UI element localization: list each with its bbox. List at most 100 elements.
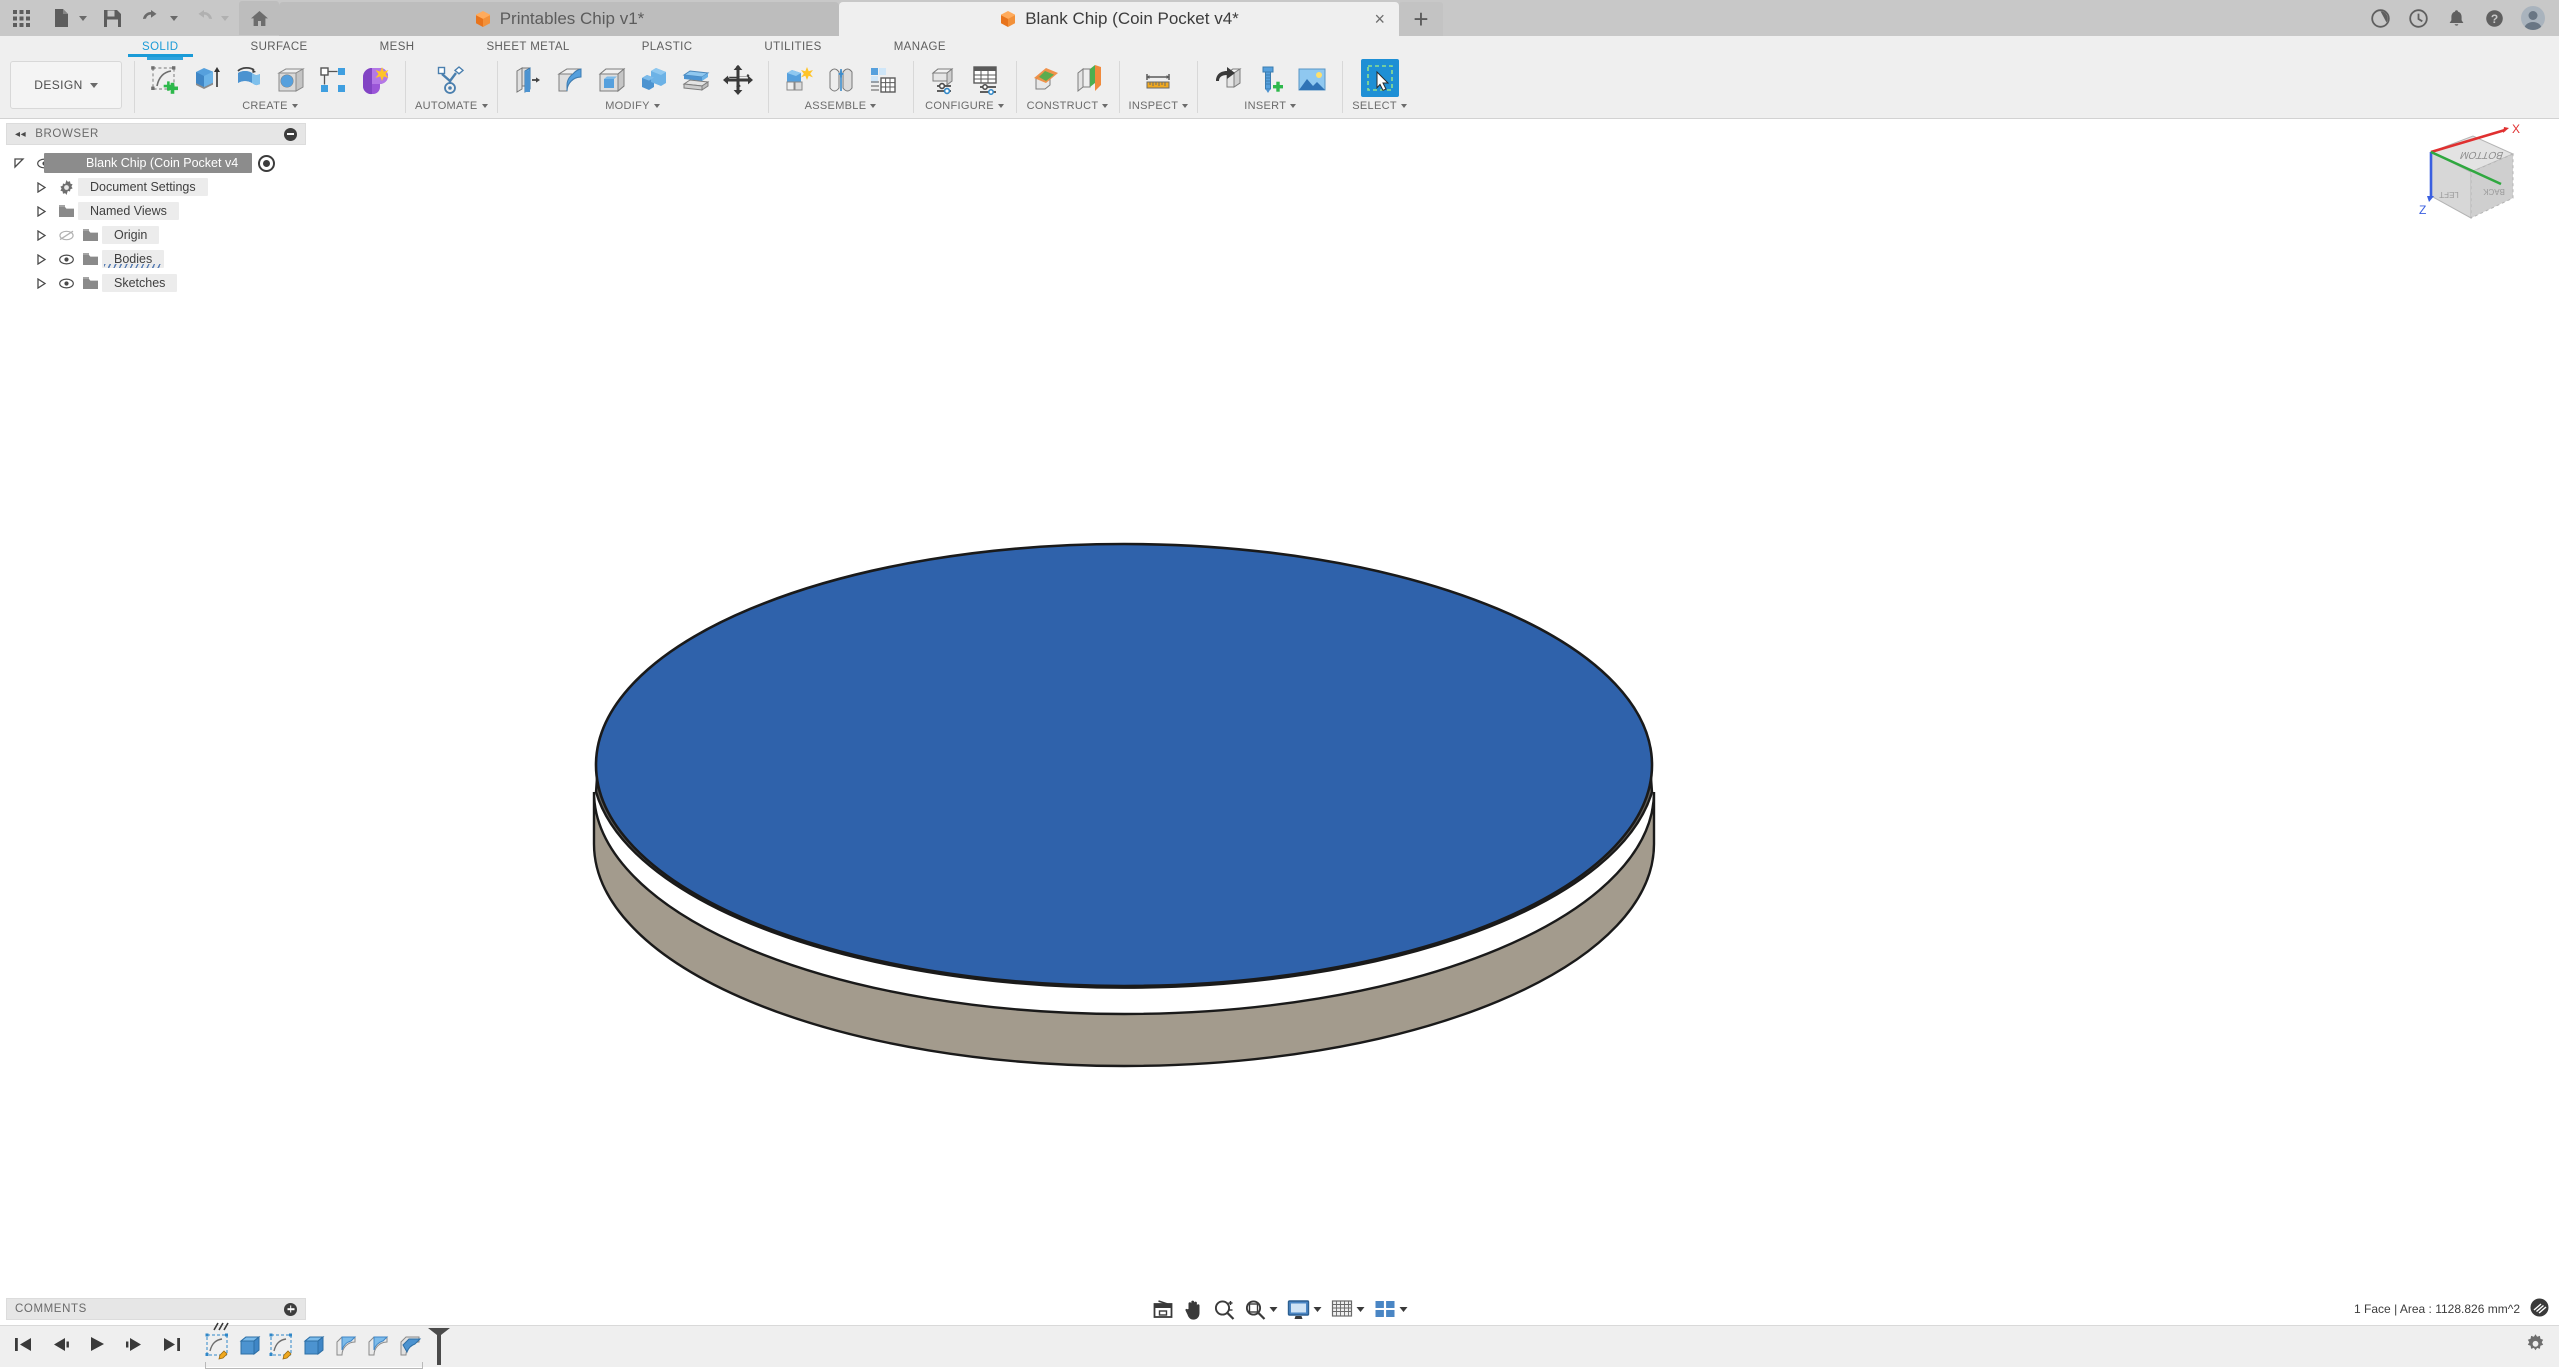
expand-arrow-icon[interactable] bbox=[28, 206, 54, 217]
ribbon-group-automate-label[interactable]: AUTOMATE bbox=[415, 100, 488, 112]
pan-hand-icon[interactable] bbox=[1183, 1299, 1203, 1320]
visibility-eye-icon[interactable] bbox=[54, 254, 78, 265]
view-cube-label-back[interactable]: BACK bbox=[2482, 187, 2504, 196]
add-comment-button[interactable] bbox=[284, 1303, 297, 1316]
automate-button[interactable] bbox=[430, 59, 472, 101]
redo-icon[interactable] bbox=[188, 3, 218, 33]
ribbon-group-create-label[interactable]: CREATE bbox=[242, 100, 298, 112]
ribbon-group-construct-label[interactable]: CONSTRUCT bbox=[1027, 100, 1109, 112]
undo-icon[interactable] bbox=[137, 3, 167, 33]
expand-arrow-icon[interactable] bbox=[28, 230, 54, 241]
table-button[interactable] bbox=[862, 59, 904, 101]
configuration-button[interactable] bbox=[923, 59, 965, 101]
view-cube-label-bottom[interactable]: BOTTOM bbox=[2459, 149, 2505, 160]
notifications-bell-icon[interactable] bbox=[2445, 7, 2467, 29]
ribbon-group-modify-label[interactable]: MODIFY bbox=[605, 100, 660, 112]
tree-item-root[interactable]: Blank Chip (Coin Pocket v4 bbox=[6, 151, 306, 175]
timeline-fillet-2[interactable] bbox=[365, 1333, 392, 1360]
ribbon-group-select-label[interactable]: SELECT bbox=[1352, 100, 1407, 112]
new-document-icon[interactable] bbox=[46, 3, 76, 33]
expand-arrow-icon[interactable] bbox=[6, 158, 32, 169]
expand-arrow-icon[interactable] bbox=[28, 254, 54, 265]
hole-button[interactable] bbox=[270, 59, 312, 101]
fillet-button[interactable] bbox=[549, 59, 591, 101]
redo-caret-icon[interactable] bbox=[221, 16, 229, 21]
timeline-fillet-3[interactable] bbox=[397, 1333, 424, 1360]
ribbon-group-insert-label[interactable]: INSERT bbox=[1244, 100, 1296, 112]
ribbon-tab-mesh[interactable]: MESH bbox=[366, 36, 429, 57]
visibility-eye-off-icon[interactable] bbox=[54, 230, 78, 241]
ribbon-group-assemble-label[interactable]: ASSEMBLE bbox=[805, 100, 877, 112]
new-tab-button[interactable]: + bbox=[1399, 2, 1443, 36]
comments-panel-header[interactable]: COMMENTS bbox=[6, 1298, 306, 1320]
timeline-fillet-1[interactable] bbox=[333, 1333, 360, 1360]
step-forward-button[interactable] bbox=[125, 1337, 144, 1357]
browser-collapse-toggle[interactable] bbox=[284, 128, 297, 141]
chevron-down-icon[interactable] bbox=[1356, 1307, 1364, 1312]
timeline-playhead-marker[interactable] bbox=[427, 1327, 451, 1367]
timeline-settings-gear-icon[interactable] bbox=[2526, 1333, 2545, 1357]
ribbon-group-inspect-label[interactable]: INSPECT bbox=[1129, 100, 1189, 112]
move-copy-button[interactable] bbox=[717, 59, 759, 101]
press-pull-button[interactable] bbox=[507, 59, 549, 101]
home-icon[interactable] bbox=[239, 1, 279, 35]
timeline-sketch-1[interactable] bbox=[205, 1333, 232, 1360]
tree-item-sketches[interactable]: Sketches bbox=[6, 271, 306, 295]
chevron-down-icon[interactable] bbox=[1399, 1307, 1407, 1312]
extrude-button[interactable] bbox=[186, 59, 228, 101]
expand-arrow-icon[interactable] bbox=[28, 182, 54, 193]
go-to-beginning-button[interactable] bbox=[14, 1337, 33, 1357]
fit-view-icon[interactable] bbox=[1244, 1299, 1277, 1320]
select-tool-button[interactable] bbox=[1361, 59, 1399, 97]
split-face-button[interactable] bbox=[675, 59, 717, 101]
midplane-button[interactable] bbox=[1068, 59, 1110, 101]
go-to-end-button[interactable] bbox=[162, 1337, 181, 1357]
tree-item-named-views[interactable]: Named Views bbox=[6, 199, 306, 223]
document-tab-blank-chip[interactable]: Blank Chip (Coin Pocket v4* × bbox=[839, 2, 1399, 36]
offset-plane-button[interactable] bbox=[1026, 59, 1068, 101]
workspace-selector[interactable]: DESIGN bbox=[10, 61, 122, 109]
ribbon-group-configure-label[interactable]: CONFIGURE bbox=[925, 100, 1004, 112]
visibility-eye-icon[interactable] bbox=[54, 278, 78, 289]
help-icon[interactable]: ? bbox=[2483, 7, 2505, 29]
ribbon-tab-plastic[interactable]: PLASTIC bbox=[628, 36, 707, 57]
view-cube-label-left[interactable]: LEFT bbox=[2439, 190, 2459, 199]
shell-button[interactable] bbox=[591, 59, 633, 101]
measure-button[interactable] bbox=[1137, 59, 1179, 101]
step-back-button[interactable] bbox=[51, 1337, 70, 1357]
play-button[interactable] bbox=[88, 1336, 107, 1357]
new-component-button[interactable] bbox=[778, 59, 820, 101]
revolve-button[interactable] bbox=[228, 59, 270, 101]
document-tab-printables-chip[interactable]: Printables Chip v1* bbox=[279, 2, 839, 36]
tree-item-document-settings[interactable]: Document Settings bbox=[6, 175, 306, 199]
recent-activity-icon[interactable] bbox=[2407, 7, 2429, 29]
display-settings-icon[interactable] bbox=[1287, 1299, 1321, 1320]
ribbon-tab-utilities[interactable]: UTILITIES bbox=[750, 36, 835, 57]
grid-apps-icon[interactable] bbox=[6, 3, 36, 33]
coin-chip-top-face[interactable] bbox=[596, 544, 1652, 986]
form-button[interactable] bbox=[354, 59, 396, 101]
ribbon-tab-sheet-metal[interactable]: SHEET METAL bbox=[472, 36, 583, 57]
timeline-extrude-1[interactable] bbox=[237, 1333, 264, 1360]
selection-filter-icon[interactable] bbox=[2530, 1298, 2549, 1320]
job-status-icon[interactable] bbox=[2369, 7, 2391, 29]
browser-collapse-icon[interactable]: ◂◂ bbox=[15, 129, 26, 140]
chevron-down-icon[interactable] bbox=[1269, 1307, 1277, 1312]
configuration-table-button[interactable] bbox=[965, 59, 1007, 101]
canvas-image-button[interactable] bbox=[1291, 59, 1333, 101]
close-icon[interactable]: × bbox=[1374, 10, 1385, 28]
grid-snaps-icon[interactable] bbox=[1331, 1300, 1364, 1319]
combine-button[interactable] bbox=[633, 59, 675, 101]
view-cube[interactable]: BOTTOM LEFT BACK X Z bbox=[2413, 122, 2531, 232]
chevron-down-icon[interactable] bbox=[1313, 1307, 1321, 1312]
ribbon-tab-solid[interactable]: SOLID bbox=[128, 36, 193, 57]
timeline-extrude-2[interactable] bbox=[301, 1333, 328, 1360]
rectangular-pattern-button[interactable] bbox=[312, 59, 354, 101]
viewports-icon[interactable] bbox=[1374, 1300, 1407, 1319]
save-icon[interactable] bbox=[97, 3, 127, 33]
ribbon-tab-surface[interactable]: SURFACE bbox=[237, 36, 322, 57]
user-avatar[interactable] bbox=[2521, 6, 2545, 30]
timeline-sketch-2[interactable] bbox=[269, 1333, 296, 1360]
zoom-magnifier-icon[interactable] bbox=[1213, 1299, 1234, 1320]
undo-caret-icon[interactable] bbox=[170, 16, 178, 21]
